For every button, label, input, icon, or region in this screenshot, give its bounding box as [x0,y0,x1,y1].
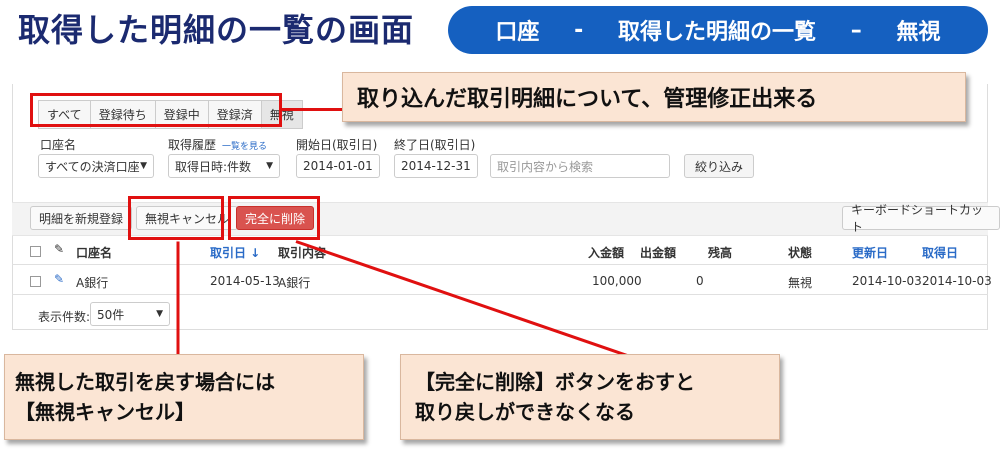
page-title: 取得した明細の一覧の画面 [18,11,415,49]
table-divider [12,264,988,265]
header-status: 状態 [788,246,813,260]
account-select[interactable]: すべての決済口座 ▼ [38,154,154,178]
caret-down-icon: ▼ [156,309,163,319]
table-divider [12,294,988,295]
caret-down-icon: ▼ [140,161,147,171]
cell-withdrawal: 0 [696,274,704,288]
history-select[interactable]: 取得日時:件数 ▼ [168,154,280,178]
breadcrumb: 口座 - 取得した明細の一覧 – 無視 [448,6,988,54]
breadcrumb-item: 無視 [896,20,941,45]
callout-top: 取り込んだ取引明細について、管理修正出来る [342,72,966,122]
cell-status: 無視 [788,276,813,290]
edit-icon[interactable]: ✎ [54,272,64,286]
page-size-select[interactable]: 50件 ▼ [90,302,170,326]
edit-icon: ✎ [54,242,65,256]
account-label: 口座名 [40,138,77,152]
connector-line [282,108,344,111]
header-balance: 残高 [708,246,733,260]
history-select-value: 取得日時:件数 [175,159,252,174]
callout-left-line2: 【無視キャンセル】 [15,400,195,424]
row-checkbox[interactable] [30,276,41,287]
cell-updated: 2014-10-03 [852,274,922,288]
breadcrumb-item: 口座 [495,20,540,45]
connector-line [176,241,180,356]
header-deposit: 入金額 [588,246,625,260]
start-date-label: 開始日(取引日) [296,138,378,152]
header-updated[interactable]: 更新日 [852,244,888,261]
callout-right-line1: 【完全に削除】ボタンをおすと [415,370,695,394]
callout-left: 無視した取引を戻す場合には 【無視キャンセル】 [4,354,364,440]
cell-fetched: 2014-10-03 [922,274,992,288]
header-content: 取引内容 [278,246,327,260]
page-size-value: 50件 [97,307,125,322]
cell-deposit: 100,000 [592,274,642,288]
breadcrumb-separator: - [574,17,584,43]
end-date-input[interactable]: 2014-12-31 [394,154,478,178]
end-date-label: 終了日(取引日) [394,138,476,152]
history-list-link[interactable]: 一覧を見る [222,142,267,152]
new-entry-button[interactable]: 明細を新規登録 [30,206,133,230]
cell-content: A銀行 [278,276,311,290]
filter-button[interactable]: 絞り込み [684,154,755,178]
header-account: 口座名 [76,246,113,260]
page-size-label: 表示件数: [38,310,91,324]
caret-down-icon: ▼ [266,161,273,171]
keyboard-shortcut-button[interactable]: キーボードショートカット [842,203,1000,234]
callout-right-line2: 取り戻しができなくなる [415,400,635,424]
header-fetched[interactable]: 取得日 [922,244,958,261]
header-txn-date[interactable]: 取引日 ↓ [210,244,260,261]
search-input[interactable]: 取引内容から検索 [490,154,670,178]
callout-right: 【完全に削除】ボタンをおすと 取り戻しができなくなる [400,354,780,440]
highlight-filter-tabs [30,93,282,127]
cell-txn-date: 2014-05-13 [210,274,280,288]
highlight-cancel-ignore [128,196,224,240]
cell-account: A銀行 [76,276,109,290]
breadcrumb-item: 取得した明細の一覧 [618,20,817,45]
start-date-input[interactable]: 2014-01-01 [296,154,380,178]
select-all-checkbox[interactable] [30,246,41,257]
breadcrumb-separator: – [850,17,862,43]
account-select-value: すべての決済口座 [45,159,140,174]
highlight-delete [228,196,320,240]
history-label-group: 取得履歴 一覧を見る [168,136,267,153]
history-label: 取得履歴 [168,138,217,152]
callout-left-line1: 無視した取引を戻す場合には [15,370,275,394]
header-withdrawal: 出金額 [640,246,677,260]
